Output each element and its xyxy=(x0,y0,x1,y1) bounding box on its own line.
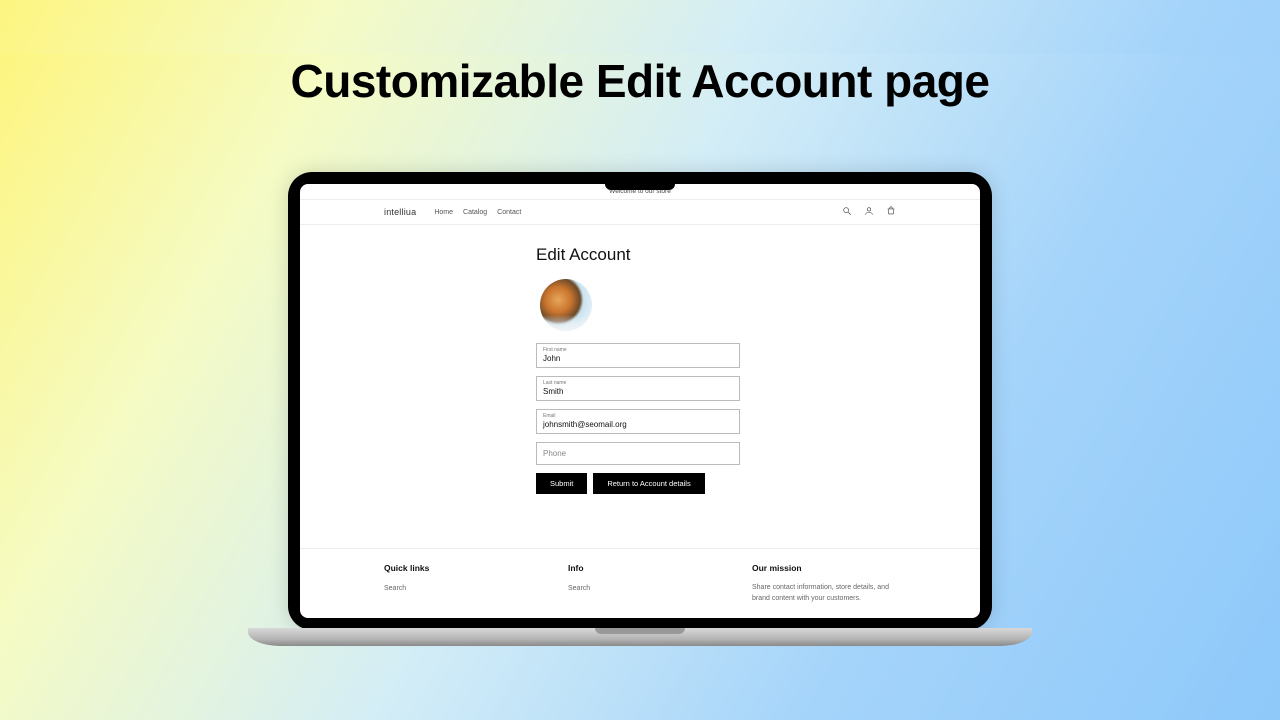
first-name-field[interactable]: First name John xyxy=(536,343,740,368)
footer: Quick links Search Info Search Our missi… xyxy=(300,548,980,618)
email-field[interactable]: Email johnsmith@seomail.org xyxy=(536,409,740,434)
phone-field[interactable]: Phone xyxy=(536,442,740,465)
promo-title: Customizable Edit Account page xyxy=(0,54,1280,108)
search-icon[interactable] xyxy=(842,206,852,218)
nav-home[interactable]: Home xyxy=(434,209,453,216)
cart-icon[interactable] xyxy=(886,206,896,218)
return-button[interactable]: Return to Account details xyxy=(593,473,704,494)
store-logo[interactable]: intelliua xyxy=(384,207,416,217)
laptop-mockup: Welcome to our store intelliua Home Cata… xyxy=(288,172,992,682)
footer-col3-title: Our mission xyxy=(752,563,896,573)
app-screenshot: Welcome to our store intelliua Home Cata… xyxy=(300,184,980,618)
footer-col2-title: Info xyxy=(568,563,712,573)
last-name-label: Last name xyxy=(543,380,733,386)
edit-account-content: Edit Account First name John Last name S… xyxy=(300,225,980,494)
footer-quick-links: Quick links Search xyxy=(384,563,528,604)
submit-button[interactable]: Submit xyxy=(536,473,587,494)
button-row: Submit Return to Account details xyxy=(536,473,980,494)
laptop-base xyxy=(248,628,1032,646)
first-name-value: John xyxy=(543,354,733,363)
email-value: johnsmith@seomail.org xyxy=(543,420,733,429)
phone-placeholder: Phone xyxy=(543,449,566,458)
top-nav: intelliua Home Catalog Contact xyxy=(300,200,980,225)
laptop-notch xyxy=(605,182,675,190)
page-title: Edit Account xyxy=(536,245,980,265)
laptop-screen: Welcome to our store intelliua Home Cata… xyxy=(288,172,992,630)
footer-mission: Our mission Share contact information, s… xyxy=(752,563,896,604)
footer-info: Info Search xyxy=(568,563,712,604)
footer-col1-link[interactable]: Search xyxy=(384,585,406,592)
last-name-field[interactable]: Last name Smith xyxy=(536,376,740,401)
main-nav: Home Catalog Contact xyxy=(434,209,521,216)
first-name-label: First name xyxy=(543,347,733,353)
footer-col1-title: Quick links xyxy=(384,563,528,573)
account-icon[interactable] xyxy=(864,206,874,218)
profile-avatar[interactable] xyxy=(540,279,592,331)
footer-col3-text: Share contact information, store details… xyxy=(752,583,896,604)
last-name-value: Smith xyxy=(543,387,733,396)
nav-catalog[interactable]: Catalog xyxy=(463,209,487,216)
footer-col2-link[interactable]: Search xyxy=(568,585,590,592)
email-label: Email xyxy=(543,413,733,419)
nav-contact[interactable]: Contact xyxy=(497,209,521,216)
